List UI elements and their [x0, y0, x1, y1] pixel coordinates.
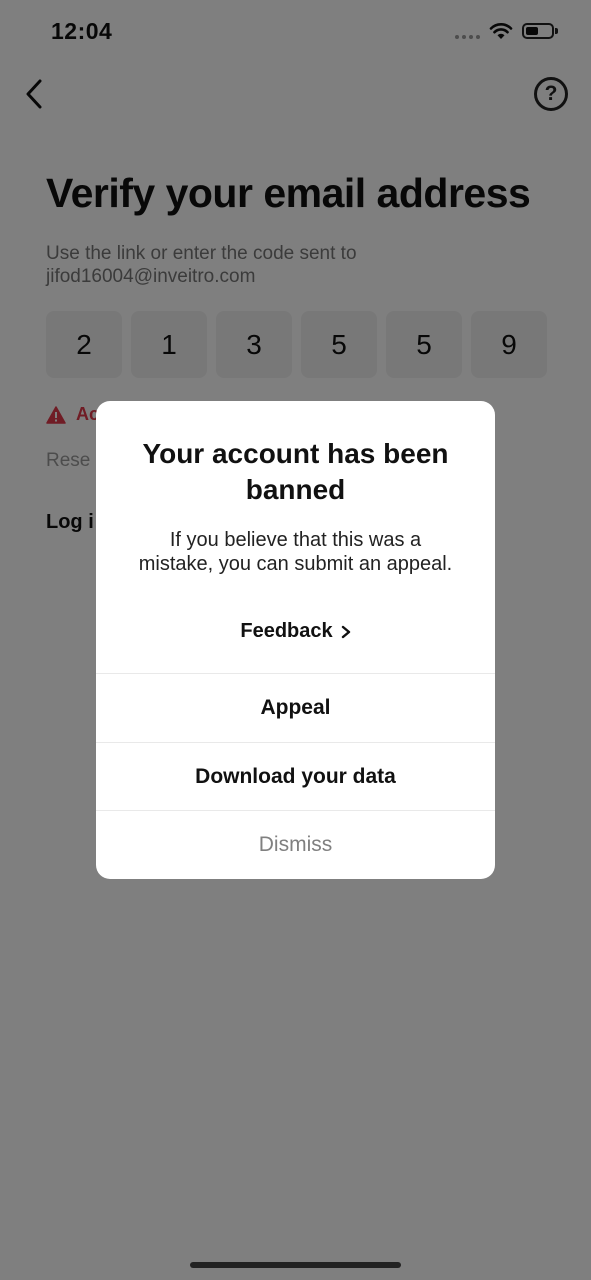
appeal-button[interactable]: Appeal: [96, 673, 495, 742]
verify-email-screen: 12:04 ? Verify your email address Use th…: [0, 0, 591, 1280]
dismiss-button[interactable]: Dismiss: [96, 810, 495, 879]
dialog-message: If you believe that this was a mistake, …: [138, 529, 453, 575]
dialog-title: Your account has been banned: [142, 438, 449, 505]
banned-account-dialog: Your account has been banned If you beli…: [96, 401, 495, 879]
home-indicator[interactable]: [190, 1262, 401, 1268]
feedback-label: Feedback: [240, 620, 333, 642]
feedback-link[interactable]: Feedback: [96, 620, 495, 643]
download-data-button[interactable]: Download your data: [96, 742, 495, 811]
chevron-right-icon: [341, 625, 350, 638]
